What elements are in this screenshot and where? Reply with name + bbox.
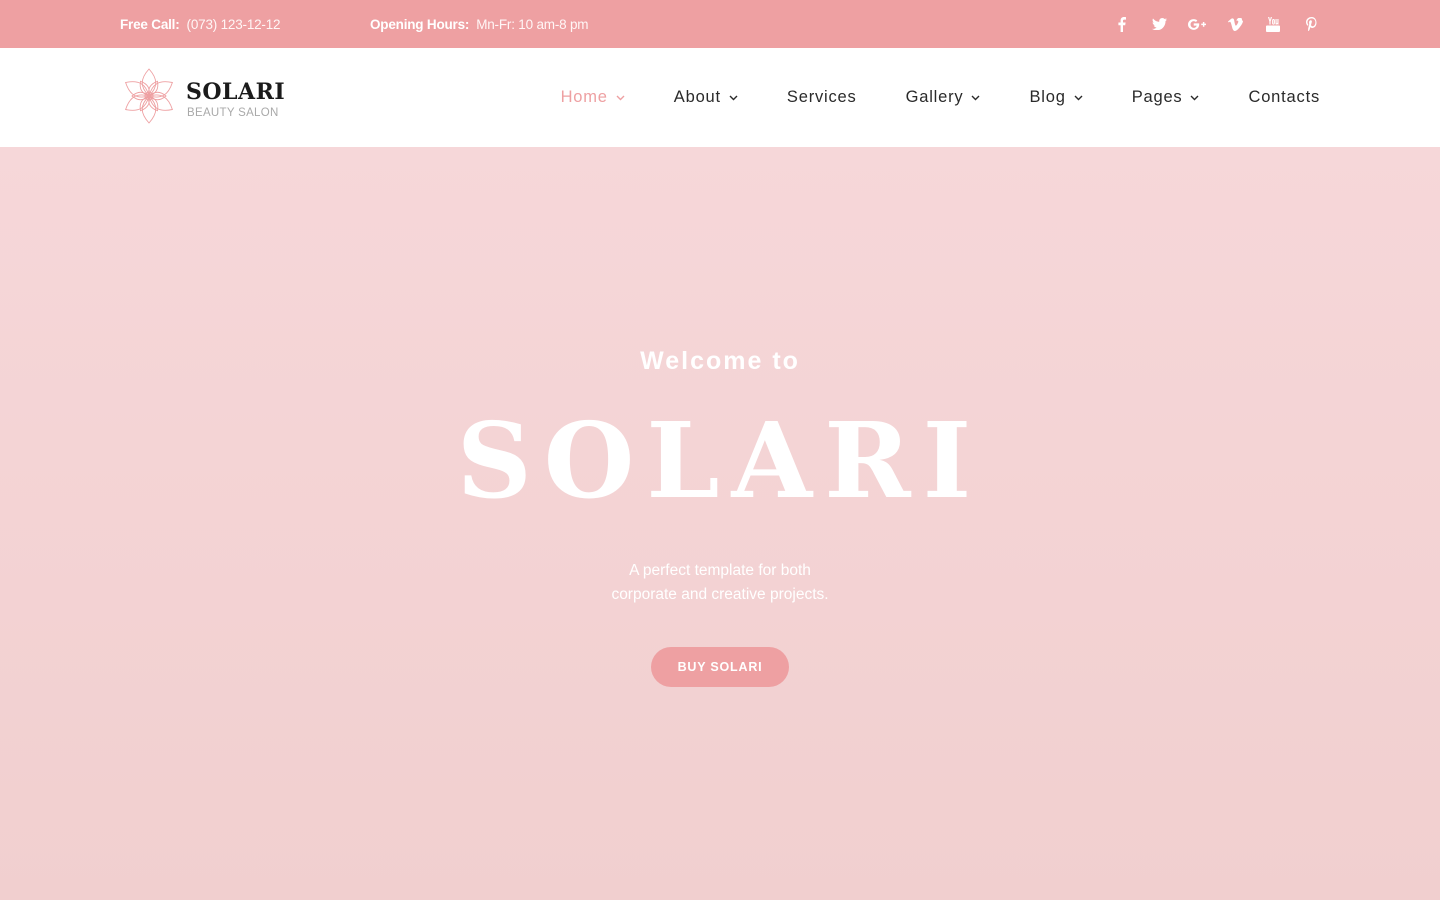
buy-solari-button[interactable]: BUY SOLARI <box>651 647 789 687</box>
social-links <box>1112 0 1320 48</box>
hero-description-line: corporate and creative projects. <box>611 586 829 603</box>
nav-item-gallery[interactable]: Gallery <box>906 88 981 107</box>
free-call-number[interactable]: (073) 123-12-12 <box>187 17 281 32</box>
chevron-down-icon <box>1074 95 1083 100</box>
hero-section: Welcome to SOLARI A perfect template for… <box>0 147 1440 900</box>
opening-hours-label: Opening Hours: <box>370 16 470 32</box>
main-nav: Home About Services Gallery Blog Pages C… <box>561 48 1320 147</box>
nav-item-label: About <box>673 88 721 106</box>
nav-item-about[interactable]: About <box>674 88 738 107</box>
logo[interactable]: SOLARI BEAUTY SALON <box>120 67 290 127</box>
hero-description: A perfect template for both corporate an… <box>0 559 1440 607</box>
top-bar: Free Call: (073) 123-12-12 Opening Hours… <box>0 0 1440 48</box>
chevron-down-icon <box>971 95 980 100</box>
hero-description-line: A perfect template for both <box>629 562 811 579</box>
contact-phone: Free Call: (073) 123-12-12 <box>120 0 281 48</box>
facebook-icon[interactable] <box>1112 15 1130 33</box>
hero-pretitle: Welcome to <box>640 347 800 375</box>
nav-item-label: Services <box>786 88 857 106</box>
nav-item-label: Blog <box>1029 88 1066 106</box>
opening-hours: Opening Hours: Mn-Fr: 10 am-8 pm <box>370 0 589 48</box>
nav-item-blog[interactable]: Blog <box>1029 88 1083 107</box>
google-plus-icon[interactable] <box>1188 15 1206 33</box>
pinterest-icon[interactable] <box>1302 15 1320 33</box>
nav-item-contacts[interactable]: Contacts <box>1248 88 1320 107</box>
youtube-icon[interactable] <box>1264 15 1282 33</box>
opening-hours-value: Mn-Fr: 10 am-8 pm <box>476 16 589 32</box>
nav-item-services[interactable]: Services <box>787 88 857 107</box>
logo-title: SOLARI <box>186 79 286 105</box>
nav-item-label: Contacts <box>1248 88 1320 106</box>
main-header: SOLARI BEAUTY SALON Home About Services … <box>0 48 1440 147</box>
hero-title: SOLARI <box>456 399 984 522</box>
logo-subtitle: BEAUTY SALON <box>187 107 279 119</box>
free-call-label: Free Call: <box>120 16 180 32</box>
nav-item-label: Gallery <box>905 88 964 106</box>
logo-flower-icon <box>125 68 173 124</box>
nav-item-label: Pages <box>1131 88 1183 106</box>
nav-item-home[interactable]: Home <box>561 88 625 107</box>
nav-item-pages[interactable]: Pages <box>1132 88 1200 107</box>
chevron-down-icon <box>729 95 738 100</box>
chevron-down-icon <box>616 95 625 100</box>
nav-item-label: Home <box>560 88 608 106</box>
chevron-down-icon <box>1190 95 1199 100</box>
twitter-icon[interactable] <box>1150 15 1168 33</box>
vimeo-icon[interactable] <box>1226 15 1244 33</box>
